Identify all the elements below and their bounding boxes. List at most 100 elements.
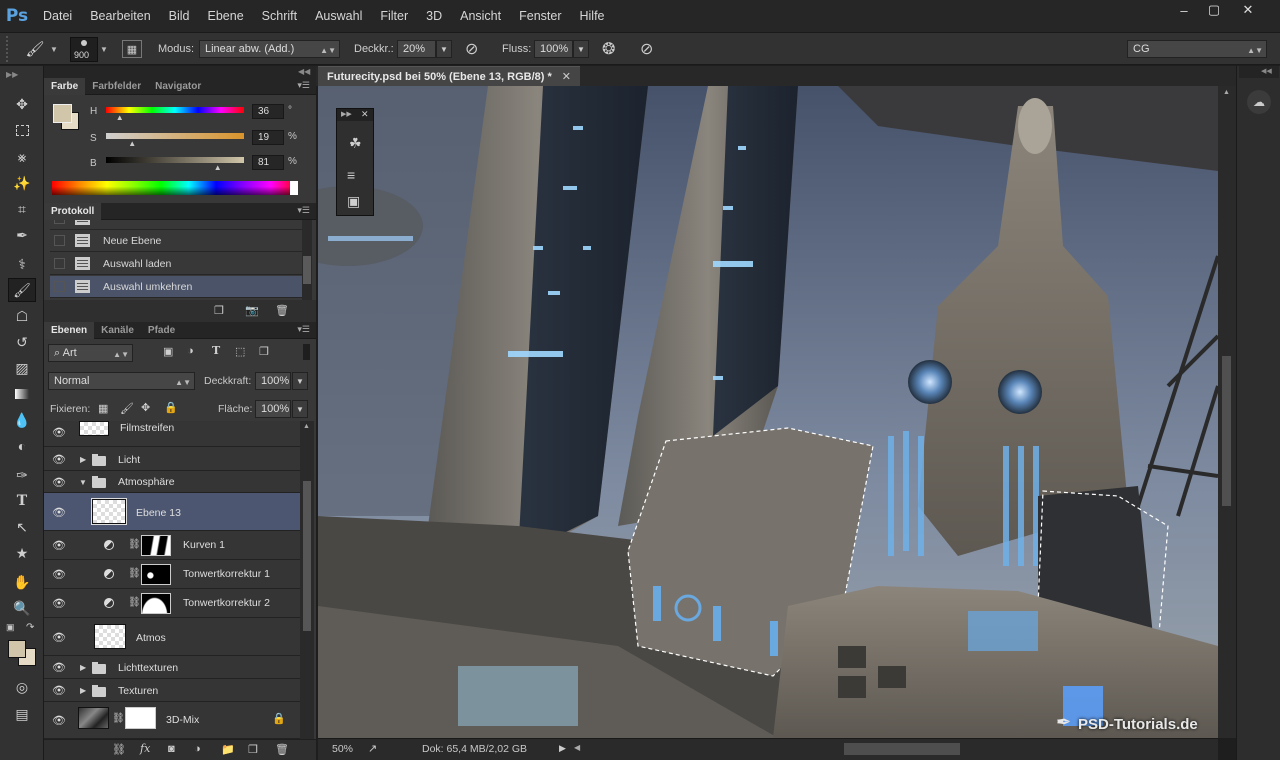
- document-canvas[interactable]: ▶▶ ✕ ☘ ≡ ▣ PSD-Tutorials.de ✒: [318, 86, 1218, 738]
- new-layer-icon[interactable]: ❐: [248, 743, 258, 756]
- canvas-vscroll-thumb[interactable]: [1222, 356, 1231, 506]
- new-adjustment-icon[interactable]: ◑: [194, 743, 201, 755]
- history-checkbox[interactable]: [54, 258, 65, 269]
- lock-pixels-icon[interactable]: 🖌: [120, 402, 134, 415]
- layer-opacity-input[interactable]: 100%: [255, 372, 291, 390]
- layers-scrollbar[interactable]: ▲: [300, 421, 314, 739]
- scroll-left-arrow-icon[interactable]: ◀: [574, 743, 580, 752]
- scroll-up-icon[interactable]: ▲: [303, 423, 310, 430]
- new-group-icon[interactable]: 📁: [221, 743, 235, 756]
- floating-close-icon[interactable]: ✕: [361, 109, 369, 120]
- tab-navigator[interactable]: Navigator: [148, 78, 208, 95]
- layer-mask-thumbnail[interactable]: [141, 535, 171, 556]
- canvas-hscroll-thumb[interactable]: [844, 743, 960, 755]
- b-input[interactable]: 81: [252, 155, 284, 170]
- color-ramp[interactable]: [52, 181, 298, 195]
- tab-pfade[interactable]: Pfade: [141, 322, 182, 339]
- scroll-up-arrow-icon[interactable]: ▲: [1223, 89, 1230, 96]
- foreground-color-swatch[interactable]: [8, 640, 26, 658]
- floating-expand-icon[interactable]: ▶▶: [341, 110, 352, 118]
- link-icon[interactable]: ⛓: [112, 713, 125, 724]
- creative-cloud-icon[interactable]: ☁: [1247, 90, 1271, 114]
- new-document-from-state-icon[interactable]: ❐: [214, 304, 224, 317]
- preset-dropdown-arrow-icon[interactable]: ▼: [50, 45, 58, 54]
- expand-triangle-icon[interactable]: ▶: [80, 663, 86, 672]
- layer-filter-dropdown[interactable]: ⌕ Art ▲▼: [48, 344, 133, 362]
- brush-size-arrow-icon[interactable]: ▼: [100, 45, 108, 54]
- hue-slider-thumb[interactable]: ▲: [116, 113, 124, 122]
- dodge-tool-icon[interactable]: ◐: [8, 434, 36, 458]
- airbrush-icon[interactable]: ❂: [602, 39, 615, 59]
- snapshot-camera-icon[interactable]: 📷: [245, 304, 259, 317]
- brush-size-picker[interactable]: 900: [70, 37, 98, 62]
- visibility-eye-icon[interactable]: 👁: [52, 568, 66, 581]
- tab-protokoll[interactable]: Protokoll: [44, 202, 102, 220]
- brush-presets-icon[interactable]: ☘: [349, 135, 362, 152]
- menu-ansicht[interactable]: Ansicht: [451, 0, 510, 32]
- canvas-vertical-scrollbar[interactable]: ▲: [1218, 86, 1236, 738]
- opacity-dropdown-arrow-icon[interactable]: ▼: [436, 40, 452, 58]
- visibility-eye-icon[interactable]: 👁: [52, 476, 66, 489]
- workspace-dropdown[interactable]: CG ▲▼: [1127, 40, 1267, 58]
- history-scrollbar[interactable]: [302, 220, 312, 300]
- hand-tool-icon[interactable]: ✋: [8, 570, 36, 594]
- delete-layer-icon[interactable]: 🗑: [275, 743, 289, 756]
- link-layers-icon[interactable]: ⛓: [112, 743, 126, 756]
- clone-source-icon[interactable]: ▣: [347, 193, 360, 210]
- blend-mode-dropdown[interactable]: Normal ▲▼: [48, 372, 195, 390]
- path-selection-icon[interactable]: ↖: [8, 515, 36, 539]
- filter-type-icon[interactable]: T: [212, 344, 220, 357]
- restore-button[interactable]: ▢: [1198, 0, 1230, 20]
- layer-mask-thumbnail[interactable]: [125, 707, 156, 729]
- layer-row[interactable]: 👁 ⛓ Tonwertkorrektur 2: [44, 589, 300, 618]
- menu-fenster[interactable]: Fenster: [510, 0, 570, 32]
- layer-style-fx-icon[interactable]: fx: [140, 742, 150, 755]
- pressure-opacity-icon[interactable]: ⊘: [465, 39, 478, 59]
- brush-settings-icon[interactable]: ≡: [347, 167, 355, 183]
- history-item[interactable]: Neue Ebene: [50, 230, 304, 252]
- lock-position-icon[interactable]: ✥: [141, 401, 150, 414]
- magic-wand-icon[interactable]: ✨: [8, 171, 36, 195]
- visibility-eye-icon[interactable]: 👁: [52, 661, 66, 674]
- menu-hilfe[interactable]: Hilfe: [571, 0, 614, 32]
- visibility-eye-icon[interactable]: 👁: [52, 453, 66, 466]
- white-swatch[interactable]: [290, 181, 298, 195]
- visibility-eye-icon[interactable]: 👁: [52, 506, 66, 519]
- filter-pixel-icon[interactable]: ▣: [163, 345, 173, 358]
- visibility-eye-icon[interactable]: 👁: [52, 597, 66, 610]
- layer-row[interactable]: 👁 Atmos: [44, 618, 300, 656]
- saturation-slider-thumb[interactable]: ▲: [128, 139, 136, 148]
- expand-triangle-icon[interactable]: ▶: [80, 686, 86, 695]
- menu-filter[interactable]: Filter: [371, 0, 417, 32]
- brush-panel-toggle-icon[interactable]: ▦: [122, 40, 142, 58]
- type-tool-icon[interactable]: T: [8, 489, 36, 513]
- lock-all-icon[interactable]: 🔒: [164, 401, 178, 414]
- brightness-slider-thumb[interactable]: ▲: [214, 163, 222, 172]
- layer-mask-thumbnail[interactable]: [141, 564, 171, 585]
- crop-tool-icon[interactable]: ⌗: [8, 197, 36, 221]
- layer-row[interactable]: 👁 ⛓ Tonwertkorrektur 1: [44, 560, 300, 589]
- menu-ebene[interactable]: Ebene: [199, 0, 253, 32]
- layer-row[interactable]: 👁 ⛓ 3D-Mix 🔒: [44, 702, 300, 739]
- visibility-eye-icon[interactable]: 👁: [52, 714, 66, 727]
- add-mask-icon[interactable]: ◙: [168, 743, 175, 755]
- healing-brush-icon[interactable]: ⚕: [8, 252, 36, 276]
- tab-farbe[interactable]: Farbe: [44, 77, 86, 95]
- quick-mask-icon[interactable]: ◎: [8, 675, 36, 699]
- default-colors-icon[interactable]: ▣: [6, 622, 15, 633]
- menu-auswahl[interactable]: Auswahl: [306, 0, 371, 32]
- menu-bearbeiten[interactable]: Bearbeiten: [81, 0, 159, 32]
- marquee-tool-icon[interactable]: [8, 118, 36, 142]
- toolbar-collapse-icon[interactable]: ▶▶: [6, 70, 18, 79]
- flow-dropdown-arrow-icon[interactable]: ▼: [573, 40, 589, 58]
- mode-dropdown[interactable]: Linear abw. (Add.) ▲▼: [199, 40, 340, 58]
- clone-stamp-icon[interactable]: ☖: [8, 304, 36, 328]
- minimize-button[interactable]: –: [1168, 0, 1200, 20]
- close-button[interactable]: ✕: [1232, 0, 1264, 20]
- screen-mode-icon[interactable]: ▤: [8, 702, 36, 726]
- history-scroll-thumb[interactable]: [303, 256, 311, 284]
- status-menu-arrow-icon[interactable]: ▶: [559, 743, 566, 754]
- layer-mask-thumbnail[interactable]: [141, 593, 171, 614]
- filter-toggle[interactable]: [303, 344, 310, 360]
- flow-input[interactable]: 100%: [534, 40, 573, 58]
